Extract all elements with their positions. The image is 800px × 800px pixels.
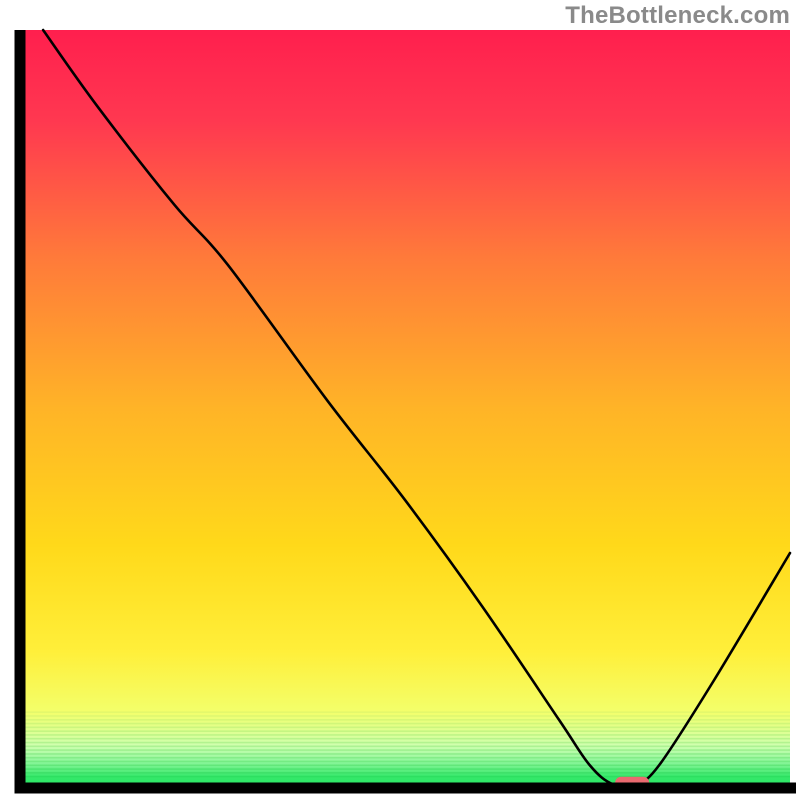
plot-background <box>20 30 790 788</box>
bottleneck-chart <box>0 0 800 800</box>
chart-container: TheBottleneck.com <box>0 0 800 800</box>
